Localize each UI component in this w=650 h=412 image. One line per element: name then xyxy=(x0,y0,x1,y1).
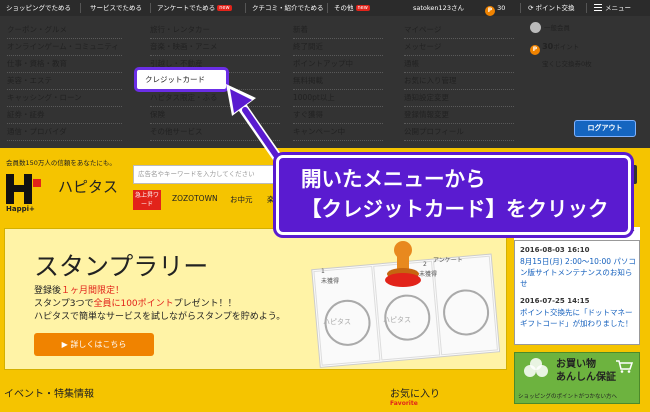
callout-line-2: 【クレジットカード】をクリック xyxy=(301,197,609,221)
callout-line-1: 開いたメニューから xyxy=(301,167,486,191)
instruction-callout: 開いたメニューから 【クレジットカード】をクリック xyxy=(276,155,631,235)
